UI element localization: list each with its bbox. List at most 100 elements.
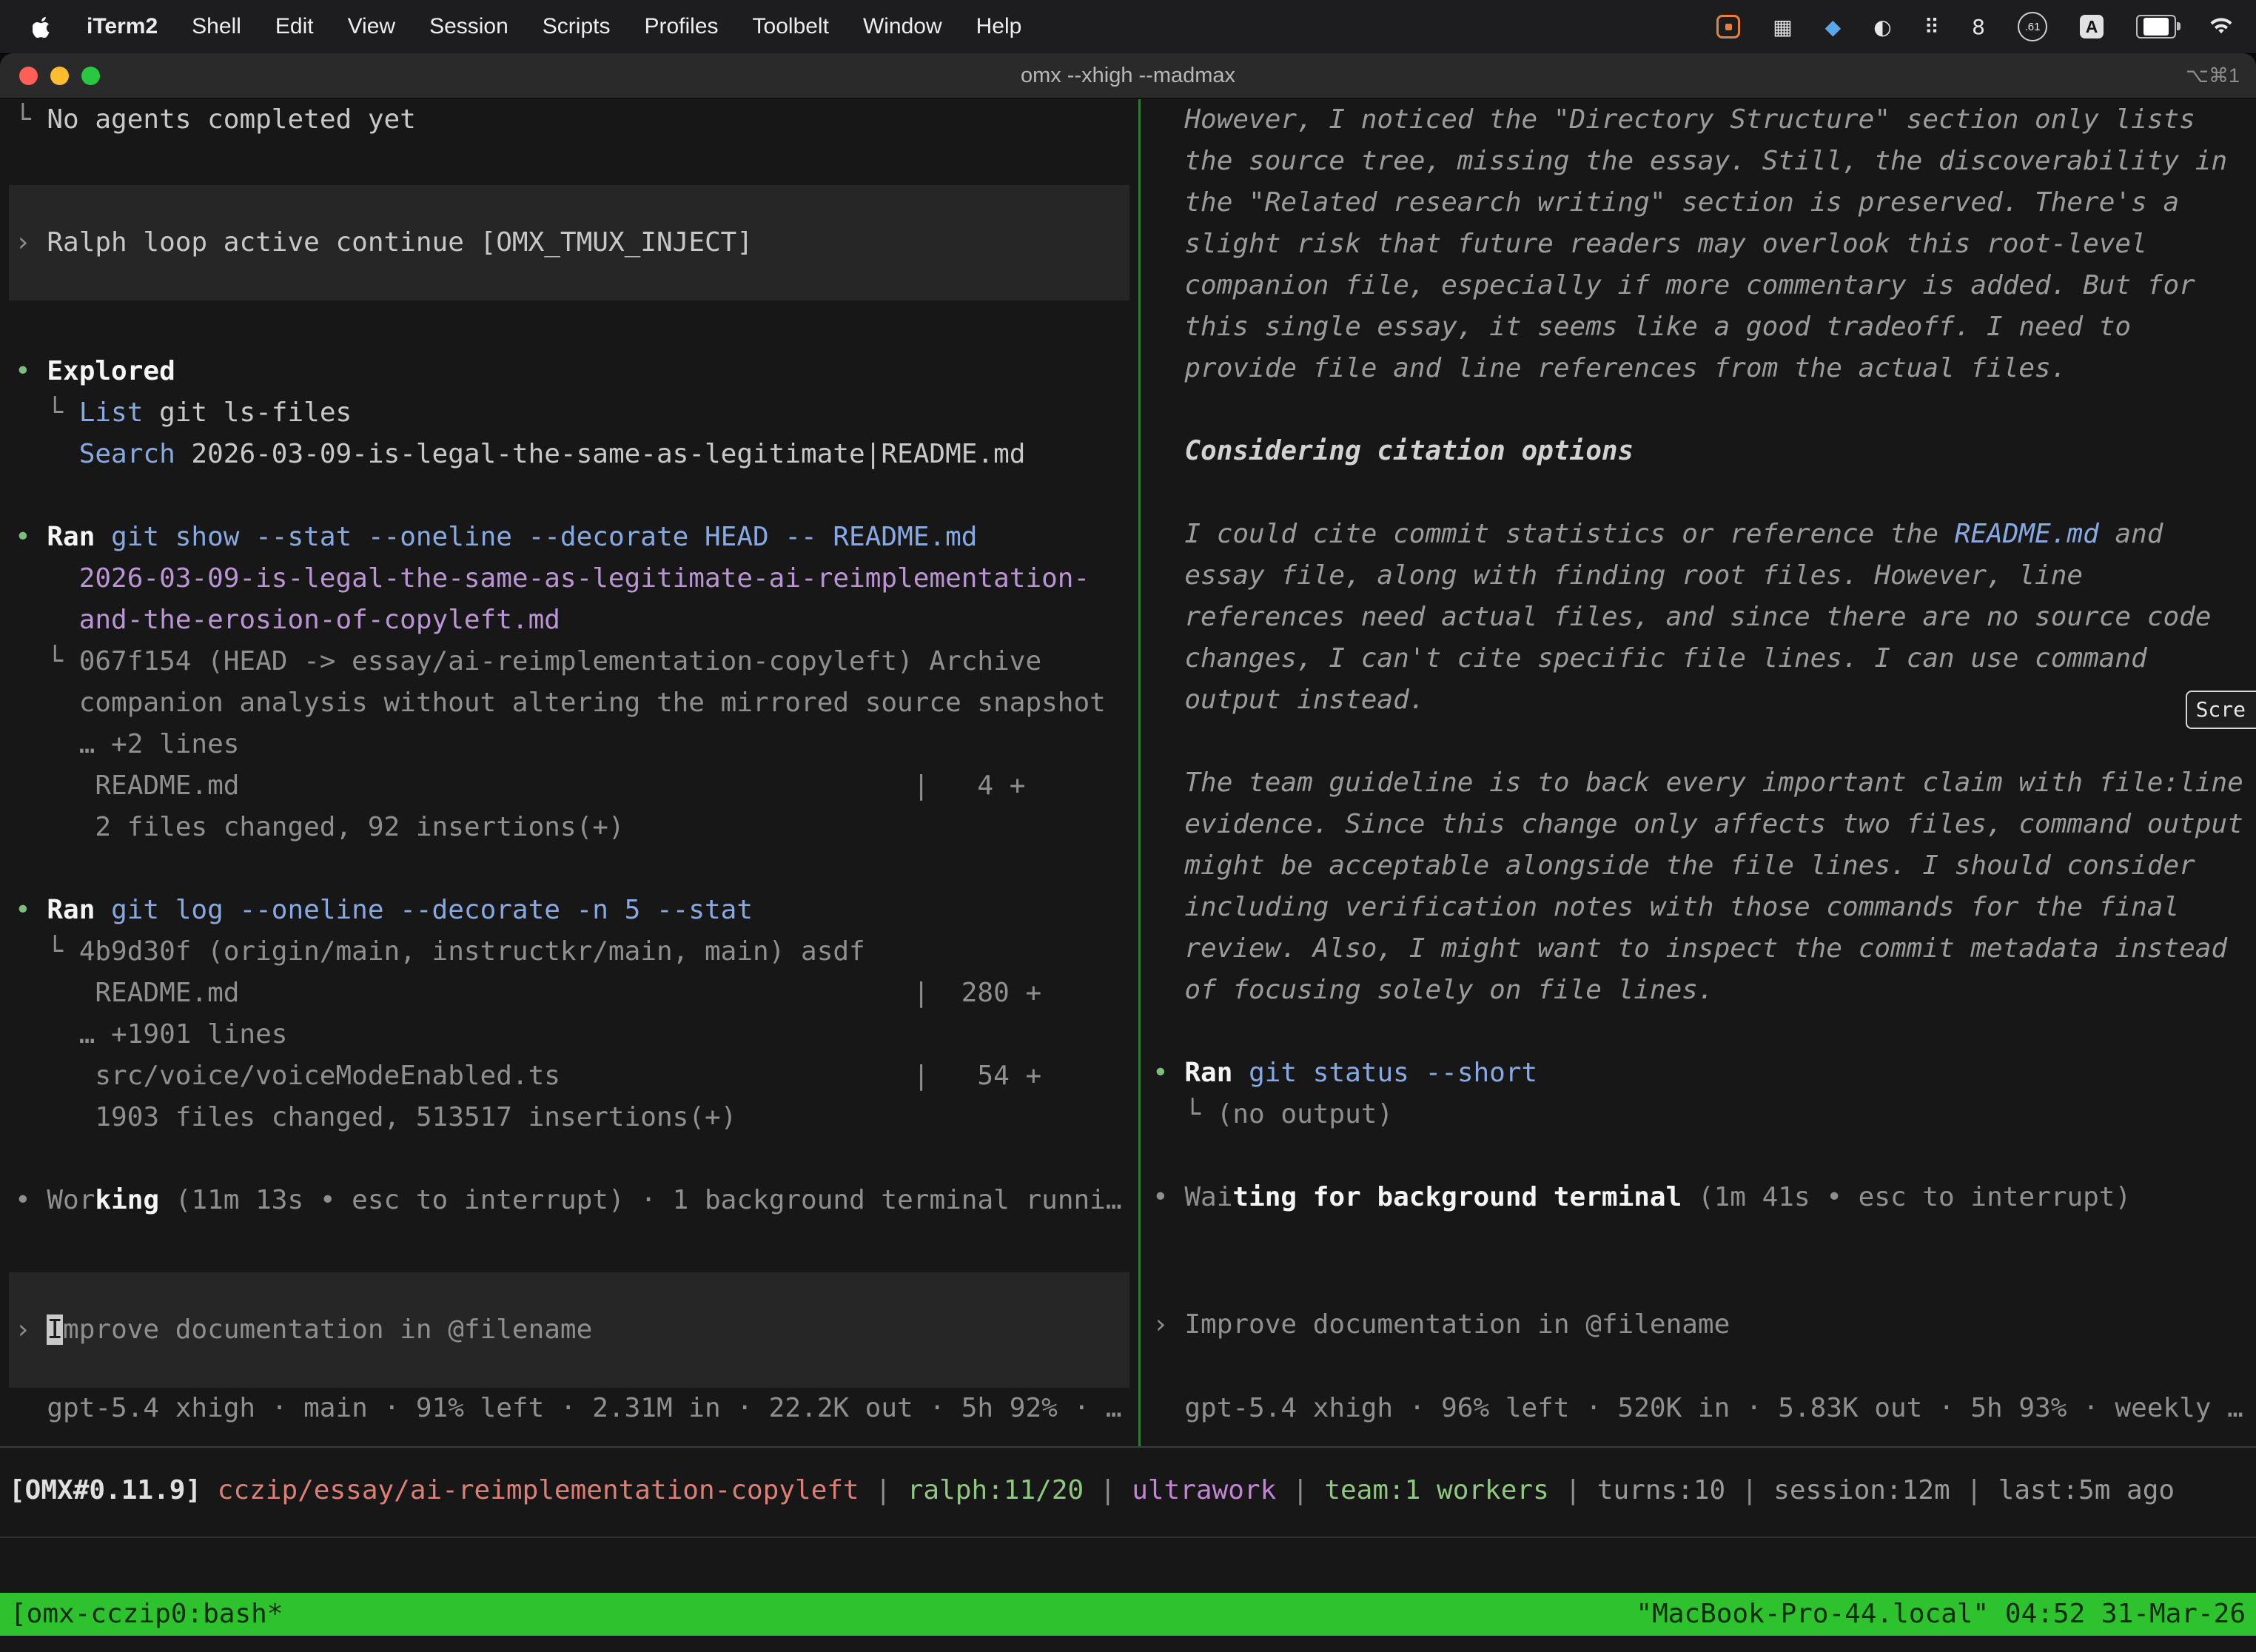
right-pane-bottom: › Improve documentation in @filename gpt… <box>1141 1304 2256 1446</box>
left-pane-bottom: › Improve documentation in @filename gpt… <box>0 1272 1138 1446</box>
ran-git-status: • Ran git status --short <box>1141 1052 2256 1094</box>
menu-item-window[interactable]: Window <box>846 14 959 39</box>
iterm2-window: omx --xhigh --madmax ⌥⌘1 └ No agents com… <box>0 53 2256 1652</box>
terminal-line: review. Also, I might want to inspect th… <box>1141 928 2256 970</box>
terminal-line: this single essay, it seems like a good … <box>1141 306 2256 348</box>
terminal-line: and-the-erosion-of-copyleft.md <box>0 600 1138 641</box>
terminal-line: evidence. Since this change only affects… <box>1141 804 2256 845</box>
blank-line <box>0 848 1138 890</box>
menu-item-edit[interactable]: Edit <box>258 14 331 39</box>
terminal-area[interactable]: └ No agents completed yet › Ralph loop ac… <box>0 99 2256 1652</box>
blank-line <box>0 475 1138 517</box>
shortcut-app-icon[interactable]: 8 <box>1972 15 1985 39</box>
terminal-line: slight risk that future readers may over… <box>1141 224 2256 265</box>
battery-nub <box>2177 22 2181 30</box>
explored-header: • Explored <box>0 351 1138 392</box>
menu-item-iterm2[interactable]: iTerm2 <box>70 14 175 39</box>
window-shortcut-badge: ⌥⌘1 <box>2186 64 2240 87</box>
ran-git-log: • Ran git log --oneline --decorate -n 5 … <box>0 890 1138 931</box>
ralph-loop-banner: › Ralph loop active continue [OMX_TMUX_I… <box>9 222 1129 263</box>
terminal-line: the "Related research writing" section i… <box>1141 182 2256 224</box>
prompt-chevron: › <box>15 1314 47 1345</box>
menu-item-toolbelt[interactable]: Toolbelt <box>736 14 846 39</box>
waiting-status: • Waiting for background terminal (1m 41… <box>1141 1177 2256 1218</box>
terminal-line: README.md | 4 + <box>0 765 1138 807</box>
cpu-gauge-icon[interactable]: .61 <box>2018 12 2047 41</box>
terminal-line: output instead. <box>1141 679 2256 721</box>
color-picker-icon[interactable]: ◆ <box>1825 15 1842 39</box>
right-prompt[interactable]: › Improve documentation in @filename <box>1141 1304 2256 1346</box>
ran-git-show: • Ran git show --stat --oneline --decora… <box>0 517 1138 558</box>
blank-line <box>1141 1135 2256 1177</box>
menu-bar: iTerm2 Shell Edit View Session Scripts P… <box>0 0 2256 54</box>
blank-line <box>0 1138 1138 1180</box>
terminal-line: essay file, along with finding root file… <box>1141 555 2256 597</box>
terminal-line: of focusing solely on file lines. <box>1141 970 2256 1011</box>
terminal-line: └ 067f154 (HEAD -> essay/ai-reimplementa… <box>0 641 1138 682</box>
menu-left: iTerm2 Shell Edit View Session Scripts P… <box>0 14 1038 39</box>
menu-item-help[interactable]: Help <box>959 14 1039 39</box>
omx-status-bar: [OMX#0.11.9] cczip/essay/ai-reimplementa… <box>0 1470 2256 1511</box>
screen-edge-tooltip: Scre <box>2186 691 2256 729</box>
left-model-status: gpt-5.4 xhigh · main · 91% left · 2.31M … <box>0 1388 1138 1429</box>
terminal-line: 2 files changed, 92 insertions(+) <box>0 807 1138 848</box>
working-status: • Working (11m 13s • esc to interrupt) ·… <box>0 1180 1138 1221</box>
left-prompt-input[interactable]: › Improve documentation in @filename <box>9 1272 1129 1388</box>
tmux-host-clock: "MacBook-Pro-44.local" 04:52 31-Mar-26 <box>1636 1593 2246 1636</box>
close-window-button[interactable] <box>19 67 38 85</box>
input-source-icon[interactable]: A <box>2080 15 2104 38</box>
blank-line <box>1141 389 2256 431</box>
agents-status-line: └ No agents completed yet <box>0 99 1138 141</box>
terminal-line: 2026-03-09-is-legal-the-same-as-legitima… <box>0 558 1138 600</box>
terminal-line: └ 4b9d30f (origin/main, instructkr/main,… <box>0 931 1138 973</box>
terminal-line: the source tree, missing the essay. Stil… <box>1141 141 2256 182</box>
apple-menu-icon[interactable] <box>25 16 70 38</box>
prompt-text: mprove documentation in @filename <box>63 1314 592 1345</box>
terminal-line: 1903 files changed, 513517 insertions(+) <box>0 1097 1138 1138</box>
blank-line <box>1141 1011 2256 1052</box>
minimize-window-button[interactable] <box>50 67 69 85</box>
apps-grid-icon[interactable]: ⠿ <box>1924 15 1940 39</box>
right-pane-transcript: However, I noticed the "Directory Struct… <box>1141 99 2256 1218</box>
zoom-window-button[interactable] <box>81 67 100 85</box>
terminal-line: I could cite commit statistics or refere… <box>1141 514 2256 555</box>
terminal-line: companion analysis without altering the … <box>0 682 1138 724</box>
terminal-line: references need actual files, and since … <box>1141 597 2256 638</box>
terminal-line: companion file, especially if more comme… <box>1141 265 2256 306</box>
terminal-line: changes, I can't cite specific file line… <box>1141 638 2256 679</box>
terminal-line: └ (no output) <box>1141 1094 2256 1135</box>
menu-item-session[interactable]: Session <box>412 14 526 39</box>
left-pane-transcript: └ No agents completed yet › Ralph loop ac… <box>0 99 1138 1221</box>
right-model-status: gpt-5.4 xhigh · 96% left · 520K in · 5.8… <box>1141 1388 2256 1429</box>
screen-recording-icon[interactable] <box>1716 15 1740 38</box>
window-title-bar[interactable]: omx --xhigh --madmax ⌥⌘1 <box>0 53 2256 99</box>
terminal-line: The team guideline is to back every impo… <box>1141 762 2256 804</box>
menu-item-scripts[interactable]: Scripts <box>526 14 628 39</box>
blank-line <box>1141 721 2256 762</box>
terminal-line: However, I noticed the "Directory Struct… <box>1141 99 2256 141</box>
right-terminal-pane[interactable]: However, I noticed the "Directory Struct… <box>1141 99 2256 1446</box>
menu-item-profiles[interactable]: Profiles <box>627 14 735 39</box>
keyboard-icon[interactable]: ▦ <box>1773 15 1792 39</box>
ralph-loop-banner: › Ralph loop active continue [OMX_TMUX_I… <box>9 185 1129 300</box>
window-title: omx --xhigh --madmax <box>1021 64 1235 88</box>
omx-bottom-divider <box>0 1537 2256 1538</box>
terminal-line: provide file and line references from th… <box>1141 348 2256 389</box>
menu-item-view[interactable]: View <box>331 14 412 39</box>
contrast-app-icon[interactable]: ◐ <box>1873 15 1891 39</box>
pane-bottom-divider <box>0 1446 2256 1448</box>
terminal-line: └ List git ls-files <box>0 392 1138 434</box>
terminal-line: including verification notes with those … <box>1141 887 2256 928</box>
menu-bar-status-icons: ▦ ◆ ◐ ⠿ 8 .61 A <box>1716 12 2256 41</box>
terminal-line: Search 2026-03-09-is-legal-the-same-as-l… <box>0 434 1138 475</box>
terminal-line: src/voice/voiceModeEnabled.ts | 54 + <box>0 1055 1138 1097</box>
terminal-line: … +2 lines <box>0 724 1138 765</box>
terminal-line: might be acceptable alongside the file l… <box>1141 845 2256 887</box>
text-cursor: I <box>47 1314 63 1345</box>
wifi-icon[interactable] <box>2209 17 2234 36</box>
tmux-session-label: [omx-cczip0:bash* <box>10 1593 283 1636</box>
battery-icon[interactable] <box>2136 15 2176 38</box>
menu-item-shell[interactable]: Shell <box>175 14 258 39</box>
left-terminal-pane[interactable]: └ No agents completed yet › Ralph loop ac… <box>0 99 1138 1446</box>
thinking-header: Considering citation options <box>1141 431 2256 472</box>
